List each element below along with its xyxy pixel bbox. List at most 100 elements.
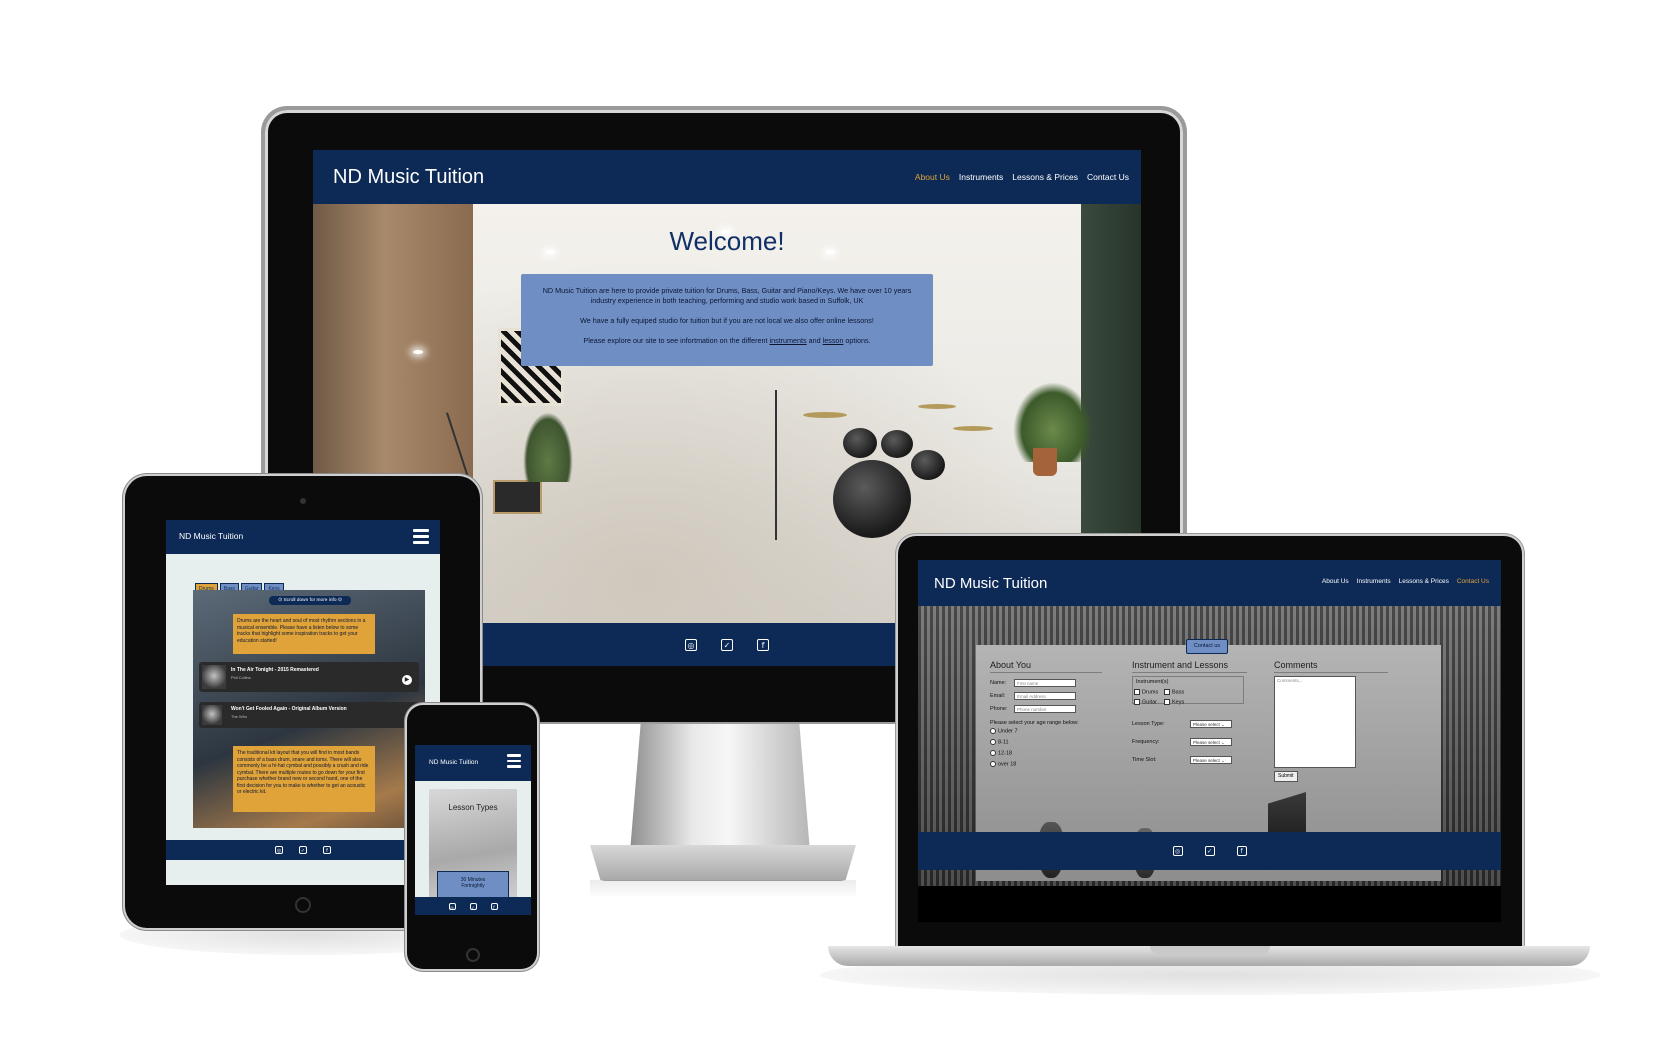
- lesson-card[interactable]: 30 Minutes Fortnightly: [437, 871, 509, 899]
- name-label: Name:: [990, 680, 1007, 686]
- sheet-music-image: Lesson Types 30 Minutes Fortnightly: [429, 789, 517, 899]
- twitter-icon[interactable]: ✓: [721, 638, 733, 651]
- intro-text: options.: [845, 336, 871, 345]
- desktop-nav: About Us Instruments Lessons & Prices Co…: [915, 172, 1129, 182]
- chevron-down-icon: ⌄: [1221, 740, 1225, 745]
- age-option-label: 12-18: [998, 750, 1013, 757]
- tablet-footer: ◎ ✓ f: [166, 840, 440, 860]
- lamp-light: [413, 350, 423, 354]
- facebook-icon[interactable]: f: [1236, 846, 1247, 856]
- lesson-link[interactable]: lesson: [823, 336, 844, 345]
- phone-screen: ND Music Tuition Lesson Types 30 Minutes…: [415, 745, 531, 915]
- laptop-notch: [1150, 946, 1270, 954]
- nav-instruments[interactable]: Instruments: [959, 172, 1003, 182]
- bass-drum: [833, 460, 911, 538]
- site-brand[interactable]: ND Music Tuition: [333, 166, 484, 189]
- monitor-stand-reflection: [590, 880, 856, 898]
- nav-lessons-prices[interactable]: Lessons & Prices: [1012, 172, 1078, 182]
- age-option[interactable]: 8-11: [990, 739, 1009, 745]
- nav-instruments[interactable]: Instruments: [1357, 578, 1391, 585]
- age-prompt: Please select your age range below:: [990, 720, 1079, 726]
- facebook-icon[interactable]: f: [757, 638, 769, 651]
- scroll-hint-text: Scroll down for more info: [283, 598, 337, 603]
- instrument-option[interactable]: Guitar: [1134, 699, 1157, 705]
- contact-us-badge: Contact us: [1186, 639, 1228, 654]
- instruments-link[interactable]: instruments: [769, 336, 806, 345]
- instrument-option[interactable]: Bass: [1164, 689, 1184, 695]
- age-option[interactable]: over 18: [990, 761, 1016, 767]
- comments-textarea[interactable]: Comments...: [1274, 676, 1356, 768]
- tablet-home-button[interactable]: [295, 897, 311, 913]
- radio-icon[interactable]: [990, 761, 996, 767]
- hamburger-menu-icon[interactable]: [413, 529, 429, 545]
- lesson-type-label: Lesson Type:: [1132, 721, 1165, 727]
- facebook-icon[interactable]: f: [490, 902, 498, 910]
- time-slot-label: Time Slot:: [1132, 757, 1157, 763]
- tom-drum: [843, 428, 877, 458]
- drums-panel: ⊙ Scroll down for more info ⊙ Drums are …: [193, 590, 425, 828]
- twitter-icon[interactable]: ✓: [299, 846, 307, 854]
- age-option[interactable]: Under 7: [990, 728, 1018, 734]
- phone-brand[interactable]: ND Music Tuition: [429, 759, 478, 766]
- facebook-icon[interactable]: f: [323, 846, 331, 854]
- laptop-footer: ◎ ✓ f: [918, 832, 1501, 870]
- spotify-track-embed[interactable]: Won't Get Fooled Again - Original Album …: [199, 702, 419, 728]
- instagram-icon[interactable]: ◎: [685, 638, 697, 651]
- instrument-option[interactable]: Drums: [1134, 689, 1158, 695]
- tablet-brand[interactable]: ND Music Tuition: [179, 531, 243, 541]
- nav-contact-us[interactable]: Contact Us: [1087, 172, 1129, 182]
- album-art: [202, 665, 226, 689]
- chevron-down-icon: ⊙: [336, 598, 342, 603]
- frequency-select[interactable]: Please select ⌄: [1190, 738, 1232, 746]
- monitor-stand-base: [590, 845, 856, 881]
- amplifier: [493, 480, 542, 514]
- instrument-option-label: Bass: [1172, 689, 1185, 696]
- instruments-legend: Instrument(s): [1136, 679, 1169, 685]
- comments-heading: Comments: [1274, 660, 1388, 673]
- lesson-type-select[interactable]: Please select ⌄: [1190, 720, 1232, 728]
- tablet-camera: [300, 498, 306, 504]
- album-art: [202, 705, 222, 725]
- nav-about-us[interactable]: About Us: [1322, 578, 1349, 585]
- site-brand[interactable]: ND Music Tuition: [934, 575, 1047, 592]
- twitter-icon[interactable]: ✓: [469, 902, 477, 910]
- checkbox-icon[interactable]: [1134, 689, 1140, 695]
- phone-home-button[interactable]: [466, 948, 480, 962]
- spotify-track-embed[interactable]: In The Air Tonight - 2015 Remastered Phi…: [199, 662, 419, 692]
- hamburger-menu-icon[interactable]: [507, 754, 521, 770]
- cymbal: [918, 404, 956, 409]
- chevron-down-icon: ⌄: [1221, 722, 1225, 727]
- laptop-nav: About Us Instruments Lessons & Prices Co…: [1322, 578, 1489, 585]
- submit-button[interactable]: Submit: [1274, 771, 1298, 782]
- instrument-option-label: Drums: [1142, 689, 1159, 696]
- laptop-header: ND Music Tuition About Us Instruments Le…: [918, 560, 1501, 606]
- instagram-icon[interactable]: ◎: [275, 846, 283, 854]
- checkbox-icon[interactable]: [1164, 689, 1170, 695]
- age-option[interactable]: 12-18: [990, 750, 1012, 756]
- twitter-icon[interactable]: ✓: [1204, 846, 1215, 856]
- time-slot-select[interactable]: Please select ⌄: [1190, 756, 1232, 764]
- instrument-option-label: Guitar: [1142, 699, 1157, 706]
- cymbal: [953, 426, 993, 431]
- nav-lessons-prices[interactable]: Lessons & Prices: [1399, 578, 1449, 585]
- floor-tom: [911, 450, 945, 480]
- email-input[interactable]: Email Address: [1014, 692, 1076, 700]
- phone-label: Phone:: [990, 706, 1008, 712]
- page-title: Welcome!: [669, 226, 785, 256]
- intro-text: and: [808, 336, 821, 345]
- checkbox-icon[interactable]: [1164, 699, 1170, 705]
- instagram-icon[interactable]: ◎: [448, 902, 456, 910]
- nav-about-us[interactable]: About Us: [915, 172, 950, 182]
- name-input[interactable]: First name: [1014, 679, 1076, 687]
- play-icon[interactable]: ▶: [402, 675, 412, 685]
- radio-icon[interactable]: [990, 728, 996, 734]
- instagram-icon[interactable]: ◎: [1172, 846, 1183, 856]
- instrument-option[interactable]: Keys: [1164, 699, 1184, 705]
- track-title: In The Air Tonight - 2015 Remastered: [231, 667, 319, 673]
- checkbox-icon[interactable]: [1134, 699, 1140, 705]
- nav-contact-us[interactable]: Contact Us: [1457, 578, 1489, 585]
- phone-input[interactable]: Phone number: [1014, 705, 1076, 713]
- radio-icon[interactable]: [990, 739, 996, 745]
- tablet-header: ND Music Tuition: [166, 520, 440, 554]
- radio-icon[interactable]: [990, 750, 996, 756]
